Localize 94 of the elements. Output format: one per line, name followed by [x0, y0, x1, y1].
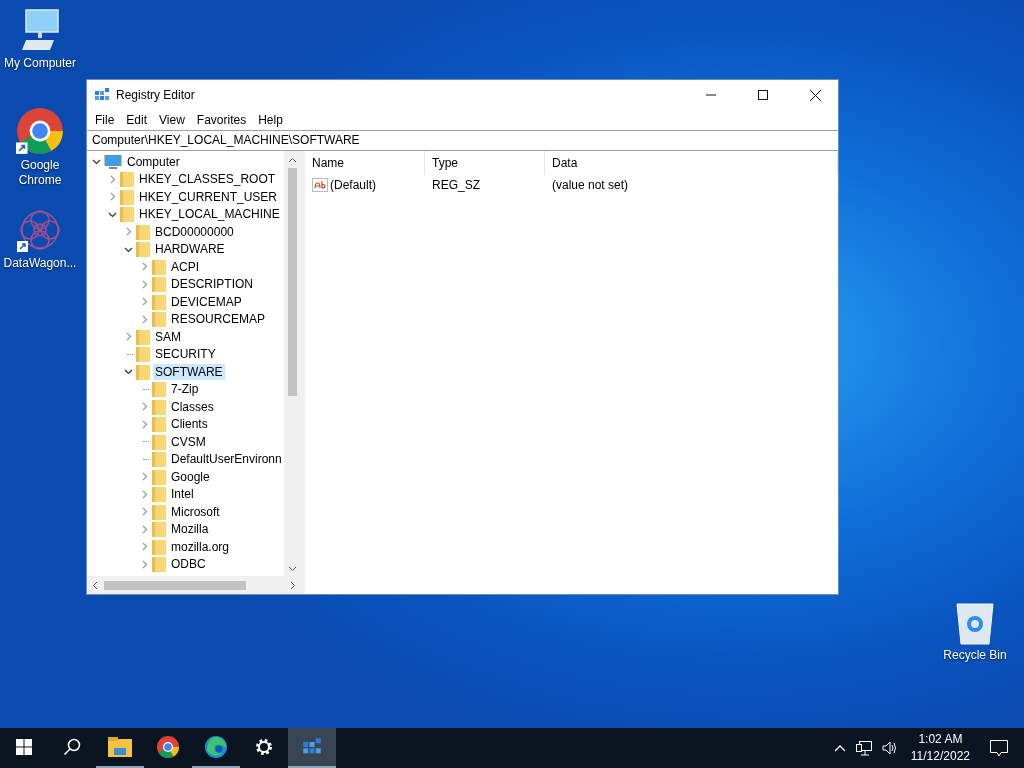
recycle-bin-icon[interactable]: [953, 600, 997, 646]
column-header[interactable]: Name: [305, 151, 425, 175]
folder-icon: [136, 346, 150, 363]
tree-item[interactable]: Clients: [169, 416, 210, 433]
scroll-right-icon[interactable]: [290, 580, 296, 590]
string-value-icon: [312, 178, 328, 192]
gear-icon[interactable]: [254, 737, 274, 757]
desktop-icon-label[interactable]: DataWagon...: [0, 256, 80, 271]
regedit-taskbar-button[interactable]: [288, 728, 336, 768]
edge-icon[interactable]: [204, 735, 228, 759]
folder-icon: [136, 241, 150, 258]
folder-icon: [120, 206, 134, 223]
folder-icon: [152, 433, 166, 450]
column-header[interactable]: Type: [425, 151, 545, 175]
computer-icon: [104, 154, 122, 169]
tree-item[interactable]: Classes: [169, 398, 216, 415]
collapse-chevron-icon[interactable]: [91, 157, 101, 167]
tree-connector-line: [127, 353, 133, 355]
close-icon[interactable]: [809, 89, 821, 101]
tree-item[interactable]: HKEY_CURRENT_USER: [137, 188, 280, 205]
window-title: Registry Editor: [116, 88, 195, 102]
folder-icon: [136, 363, 150, 380]
value-data: (value not set): [551, 178, 630, 192]
value-name[interactable]: (Default): [330, 178, 376, 192]
tree-connector-line: [143, 441, 149, 443]
folder-icon: [152, 486, 166, 503]
collapse-chevron-icon[interactable]: [123, 367, 133, 377]
network-icon[interactable]: [855, 740, 872, 756]
tree-item[interactable]: Computer: [125, 153, 182, 170]
speaker-icon[interactable]: [881, 741, 898, 755]
folder-icon[interactable]: [108, 737, 132, 757]
folder-icon: [136, 328, 150, 345]
folder-icon: [152, 416, 166, 433]
menu-item[interactable]: View: [153, 113, 191, 127]
tree-item[interactable]: SECURITY: [153, 346, 218, 363]
folder-icon: [152, 521, 166, 538]
menu-item[interactable]: Edit: [120, 113, 154, 127]
folder-icon: [152, 258, 166, 275]
scroll-down-icon[interactable]: [288, 566, 297, 572]
registry-icon: [94, 87, 110, 103]
horizontal-scrollbar[interactable]: [87, 576, 301, 594]
folder-icon: [152, 468, 166, 485]
chrome-icon[interactable]: [15, 106, 65, 156]
notification-icon[interactable]: [990, 739, 1008, 757]
tree-item[interactable]: Intel: [169, 486, 196, 503]
tree-item[interactable]: DefaultUserEnvironn: [169, 451, 284, 468]
folder-icon: [152, 503, 166, 520]
menu-item[interactable]: File: [89, 113, 121, 127]
search-icon[interactable]: [63, 738, 81, 756]
tree-item[interactable]: DESCRIPTION: [169, 276, 255, 293]
tree-item[interactable]: mozilla.org: [169, 538, 232, 555]
column-header[interactable]: Data: [545, 151, 838, 175]
tree-connector-line: [143, 388, 149, 390]
tree-item[interactable]: Mozilla: [169, 521, 211, 538]
folder-icon: [120, 188, 134, 205]
clock-time[interactable]: 1:02 AM: [918, 731, 963, 748]
tree-item[interactable]: DEVICEMAP: [169, 293, 244, 310]
value-type: REG_SZ: [431, 178, 481, 192]
tree-item[interactable]: Microsoft: [169, 503, 222, 520]
tree-item[interactable]: ODBC: [169, 556, 208, 573]
tree-connector-line: [143, 458, 149, 460]
tree-item[interactable]: 7-Zip: [169, 381, 201, 398]
folder-icon: [120, 171, 134, 188]
tree-item[interactable]: SAM: [153, 328, 183, 345]
tree-item[interactable]: HKEY_CLASSES_ROOT: [137, 171, 278, 188]
menu-item[interactable]: Favorites: [190, 113, 253, 127]
desktop-icon-label[interactable]: Google Chrome: [0, 158, 80, 188]
tree-item[interactable]: RESOURCEMAP: [169, 311, 267, 328]
chrome-icon[interactable]: [156, 735, 180, 759]
tree-item[interactable]: CVSM: [169, 433, 208, 450]
folder-icon: [152, 538, 166, 555]
folder-icon: [152, 451, 166, 468]
tree-item[interactable]: BCD00000000: [153, 223, 236, 240]
tree-item[interactable]: ACPI: [169, 258, 201, 275]
address-field[interactable]: Computer\HKEY_LOCAL_MACHINE\SOFTWARE: [87, 130, 838, 151]
desktop-icon-label[interactable]: Recycle Bin: [935, 648, 1015, 663]
maximize-icon[interactable]: [758, 90, 768, 100]
tree-item[interactable]: HKEY_LOCAL_MACHINE: [137, 206, 282, 223]
scroll-left-icon[interactable]: [92, 580, 98, 590]
folder-icon: [136, 223, 150, 240]
tree-item[interactable]: SOFTWARE: [153, 363, 225, 380]
scroll-up-icon[interactable]: [288, 157, 297, 163]
tree-item[interactable]: Google: [169, 468, 212, 485]
menu-item[interactable]: Help: [252, 113, 289, 127]
folder-icon: [152, 398, 166, 415]
folder-icon: [152, 276, 166, 293]
chevron-up-icon[interactable]: [833, 744, 846, 752]
tree-item[interactable]: HARDWARE: [153, 241, 227, 258]
desktop-icon-label[interactable]: My Computer: [0, 56, 80, 71]
clock-date[interactable]: 11/12/2022: [910, 748, 970, 765]
folder-icon: [152, 556, 166, 573]
folder-icon: [152, 293, 166, 310]
folder-icon: [152, 311, 166, 328]
folder-icon: [152, 381, 166, 398]
